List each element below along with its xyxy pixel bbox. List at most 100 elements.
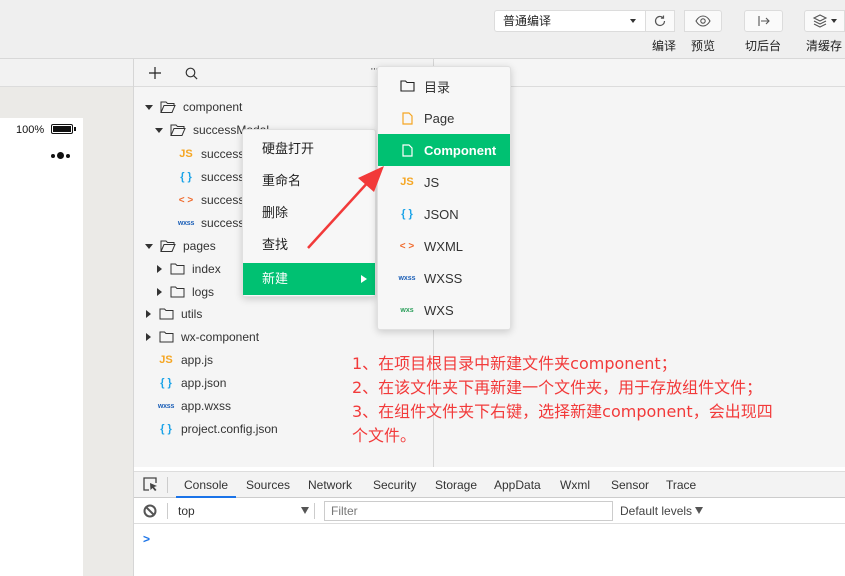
tree-item-file[interactable]: < > success: [177, 190, 245, 210]
wechat-devtools-window: 普通编译 编译 预览 切后台 清缓存 100% ··· component su…: [0, 0, 845, 576]
switch-background-label: 切后台: [745, 39, 782, 53]
annotation-line: 个文件。: [352, 426, 417, 445]
tree-item-folder[interactable]: utils: [146, 304, 202, 324]
battery-percent: 100%: [16, 124, 45, 136]
page-file-icon: [401, 111, 413, 125]
menu-item-label: 删除: [262, 205, 289, 220]
js-icon: JS: [400, 176, 414, 188]
compile-label: 编译: [652, 39, 677, 53]
submenu-item-label: Component: [424, 142, 497, 158]
context-select[interactable]: top: [178, 504, 195, 518]
tree-item-label: app.js: [181, 353, 214, 367]
submenu-item-wxss[interactable]: wxss WXSS: [378, 262, 510, 294]
caret-right-icon: [157, 265, 162, 273]
log-levels-label: Default levels: [620, 504, 693, 518]
submenu-item-wxs[interactable]: wxs WXS: [378, 294, 510, 326]
chevron-down-icon: [831, 19, 837, 23]
wxml-file-icon: < >: [178, 194, 194, 206]
tree-item-label: wx-component: [181, 330, 260, 344]
tree-item-file[interactable]: { } app.json: [157, 373, 226, 393]
search-icon[interactable]: [185, 67, 198, 80]
submenu-item-label: JS: [424, 174, 440, 190]
tab-security[interactable]: Security: [365, 472, 424, 498]
inspect-element-icon[interactable]: [143, 477, 159, 492]
folder-icon: [159, 331, 174, 343]
menu-item-label: 硬盘打开: [262, 141, 315, 156]
folder-open-icon: [160, 240, 176, 252]
tree-item-folder[interactable]: index: [157, 259, 221, 279]
compile-button[interactable]: [645, 10, 675, 32]
caret-down-icon: [145, 243, 153, 249]
tree-item-label: index: [192, 262, 221, 276]
compile-mode-select[interactable]: 普通编译: [494, 10, 646, 32]
folder-open-icon: [160, 101, 176, 113]
submenu-item-directory[interactable]: 目录: [378, 70, 510, 102]
devtools-panel: Console Sources Network Security Storage…: [133, 467, 845, 576]
tree-item-file[interactable]: JS success: [177, 144, 244, 164]
submenu-item-component[interactable]: Component: [378, 134, 510, 166]
tree-item-label: success: [201, 147, 245, 161]
plus-icon[interactable]: [149, 67, 161, 79]
tree-item-label: project.config.json: [181, 422, 278, 436]
tab-wxml[interactable]: Wxml: [552, 472, 598, 498]
folder-icon: [170, 263, 185, 275]
annotation-text: 1、在项目根目录中新建文件夹component； 2、在该文件夹下再新建一个文件…: [352, 352, 842, 448]
annotation-line: 2、在该文件夹下再新建一个文件夹，用于存放组件文件；: [352, 378, 763, 397]
console-prompt[interactable]: >: [143, 532, 150, 546]
tree-item-folder[interactable]: component: [145, 97, 242, 117]
battery-icon: [51, 124, 76, 134]
context-dropdown-icon[interactable]: [301, 507, 309, 514]
tree-item-folder[interactable]: pages: [145, 236, 216, 256]
chevron-down-icon: [630, 19, 636, 23]
tab-trace[interactable]: Trace: [658, 472, 704, 498]
wxss-file-icon: wxss: [157, 402, 175, 410]
switch-background-button[interactable]: [744, 10, 783, 32]
tab-sources[interactable]: Sources: [238, 472, 298, 498]
wxss-file-icon: wxss: [177, 219, 195, 227]
submenu-item-json[interactable]: { } JSON: [378, 198, 510, 230]
folder-icon: [399, 80, 415, 92]
wxs-icon: wxs: [400, 306, 414, 314]
tab-console[interactable]: Console: [176, 472, 237, 498]
wxss-icon: wxss: [398, 274, 416, 282]
preview-button[interactable]: [684, 10, 722, 32]
tab-sensor[interactable]: Sensor: [603, 472, 657, 498]
tab-appdata[interactable]: AppData: [486, 472, 549, 498]
tree-item-label: success: [201, 216, 245, 230]
tree-item-folder[interactable]: wx-component: [146, 327, 259, 347]
menu-item-label: 新建: [262, 271, 289, 286]
console-filter-input[interactable]: Filter: [324, 501, 613, 521]
submenu-item-page[interactable]: Page: [378, 102, 510, 134]
submenu-item-js[interactable]: JS JS: [378, 166, 510, 198]
js-file-icon: JS: [159, 354, 173, 366]
compile-mode-value: 普通编译: [503, 14, 552, 28]
clear-cache-label: 清缓存: [806, 39, 843, 53]
chevron-down-icon: [695, 507, 704, 514]
tree-item-file[interactable]: JS app.js: [157, 350, 213, 370]
clear-console-icon[interactable]: [143, 504, 157, 518]
switch-background-icon: [757, 16, 770, 26]
tree-item-label: success: [201, 193, 245, 207]
simulator-screen[interactable]: [0, 118, 83, 576]
clear-cache-button[interactable]: [804, 10, 845, 32]
capsule-more-icon[interactable]: [51, 152, 70, 159]
submenu-item-label: JSON: [424, 206, 459, 222]
eye-icon: [695, 15, 711, 27]
preview-label: 预览: [691, 39, 716, 53]
tab-network[interactable]: Network: [300, 472, 360, 498]
tree-item-folder[interactable]: logs: [157, 282, 214, 302]
tree-item-file[interactable]: wxss app.wxss: [157, 396, 231, 416]
tab-storage[interactable]: Storage: [427, 472, 485, 498]
submenu-item-wxml[interactable]: < > WXML: [378, 230, 510, 262]
caret-down-icon: [145, 104, 153, 110]
js-file-icon: JS: [179, 148, 193, 160]
log-levels-select[interactable]: Default levels: [620, 504, 704, 518]
tree-item-file[interactable]: { } project.config.json: [157, 419, 278, 439]
folder-icon: [170, 286, 185, 298]
caret-right-icon: [157, 288, 162, 296]
tree-item-label: success: [201, 170, 245, 184]
menu-item-new[interactable]: 新建: [243, 263, 375, 295]
tree-item-file[interactable]: { } success: [177, 167, 244, 187]
annotation-arrow: [307, 166, 384, 249]
tree-item-file[interactable]: wxss success: [177, 213, 245, 233]
